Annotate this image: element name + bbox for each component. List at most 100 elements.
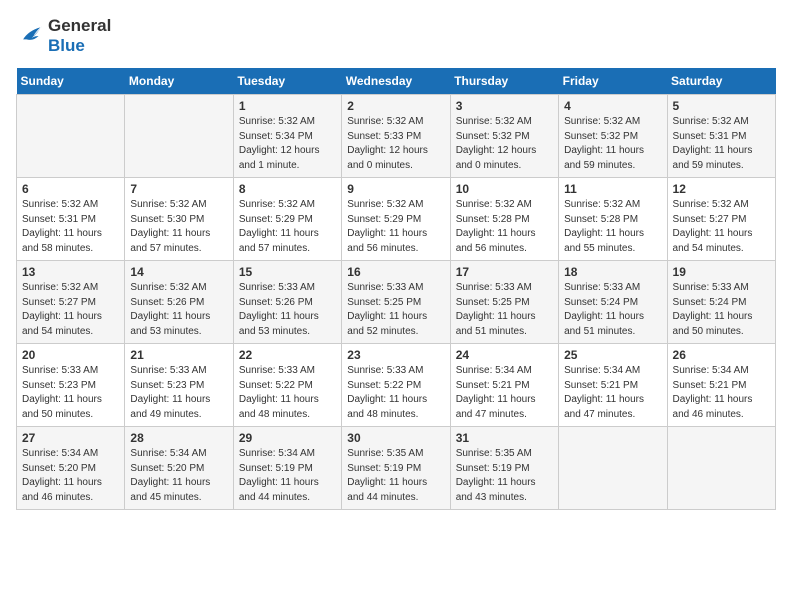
header: General Blue [16, 16, 776, 56]
day-number: 14 [130, 265, 227, 279]
col-friday: Friday [559, 68, 667, 95]
day-number: 10 [456, 182, 553, 196]
day-info: Sunrise: 5:32 AMSunset: 5:27 PMDaylight:… [22, 281, 119, 339]
day-number: 18 [564, 265, 661, 279]
calendar-cell: 1 Sunrise: 5:32 AMSunset: 5:34 PMDaylight… [233, 95, 341, 178]
day-number: 4 [564, 99, 661, 113]
day-info: Sunrise: 5:33 AMSunset: 5:25 PMDaylight:… [347, 281, 444, 339]
calendar-cell: 10 Sunrise: 5:32 AMSunset: 5:28 PMDayligh… [450, 178, 558, 261]
day-info: Sunrise: 5:33 AMSunset: 5:25 PMDaylight:… [456, 281, 553, 339]
day-number: 21 [130, 348, 227, 362]
calendar-cell: 11Sunrise: 5:32 AMSunset: 5:28 PMDayligh… [559, 178, 667, 261]
day-info: Sunrise: 5:34 AMSunset: 5:20 PMDaylight:… [130, 447, 227, 505]
calendar-cell: 17 Sunrise: 5:33 AMSunset: 5:25 PMDayligh… [450, 261, 558, 344]
calendar-cell: 21 Sunrise: 5:33 AMSunset: 5:23 PMDayligh… [125, 344, 233, 427]
day-number: 1 [239, 99, 336, 113]
calendar-cell [125, 95, 233, 178]
day-info: Sunrise: 5:33 AMSunset: 5:23 PMDaylight:… [22, 364, 119, 422]
calendar-cell: 12 Sunrise: 5:32 AMSunset: 5:27 PMDayligh… [667, 178, 775, 261]
calendar-cell: 13Sunrise: 5:32 AMSunset: 5:27 PMDayligh… [17, 261, 125, 344]
day-number: 31 [456, 431, 553, 445]
day-number: 24 [456, 348, 553, 362]
day-number: 23 [347, 348, 444, 362]
calendar-cell: 18 Sunrise: 5:33 AMSunset: 5:24 PMDayligh… [559, 261, 667, 344]
day-number: 7 [130, 182, 227, 196]
day-info: Sunrise: 5:32 AMSunset: 5:31 PMDaylight:… [673, 115, 770, 173]
day-info: Sunrise: 5:34 AMSunset: 5:20 PMDaylight:… [22, 447, 119, 505]
calendar-cell [17, 95, 125, 178]
col-thursday: Thursday [450, 68, 558, 95]
day-number: 8 [239, 182, 336, 196]
col-wednesday: Wednesday [342, 68, 450, 95]
col-monday: Monday [125, 68, 233, 95]
calendar-cell: 24 Sunrise: 5:34 AMSunset: 5:21 PMDayligh… [450, 344, 558, 427]
calendar-cell: 7 Sunrise: 5:32 AMSunset: 5:30 PMDaylight… [125, 178, 233, 261]
calendar-cell: 16 Sunrise: 5:33 AMSunset: 5:25 PMDayligh… [342, 261, 450, 344]
calendar-cell: 25 Sunrise: 5:34 AMSunset: 5:21 PMDayligh… [559, 344, 667, 427]
day-number: 26 [673, 348, 770, 362]
day-number: 12 [673, 182, 770, 196]
day-number: 15 [239, 265, 336, 279]
logo-text: General Blue [48, 16, 111, 56]
day-info: Sunrise: 5:32 AMSunset: 5:34 PMDaylight:… [239, 115, 336, 173]
calendar-cell: 9 Sunrise: 5:32 AMSunset: 5:29 PMDaylight… [342, 178, 450, 261]
logo: General Blue [16, 16, 111, 56]
day-info: Sunrise: 5:34 AMSunset: 5:21 PMDaylight:… [673, 364, 770, 422]
calendar-body: 1 Sunrise: 5:32 AMSunset: 5:34 PMDaylight… [17, 95, 776, 510]
day-info: Sunrise: 5:33 AMSunset: 5:26 PMDaylight:… [239, 281, 336, 339]
calendar-cell: 29 Sunrise: 5:34 AMSunset: 5:19 PMDayligh… [233, 427, 341, 510]
day-number: 27 [22, 431, 119, 445]
col-tuesday: Tuesday [233, 68, 341, 95]
calendar-cell: 14 Sunrise: 5:32 AMSunset: 5:26 PMDayligh… [125, 261, 233, 344]
day-info: Sunrise: 5:32 AMSunset: 5:28 PMDaylight:… [456, 198, 553, 256]
calendar-cell: 30 Sunrise: 5:35 AMSunset: 5:19 PMDayligh… [342, 427, 450, 510]
calendar-cell: 6 Sunrise: 5:32 AMSunset: 5:31 PMDaylight… [17, 178, 125, 261]
day-info: Sunrise: 5:34 AMSunset: 5:21 PMDaylight:… [564, 364, 661, 422]
calendar-cell: 28Sunrise: 5:34 AMSunset: 5:20 PMDayligh… [125, 427, 233, 510]
day-number: 29 [239, 431, 336, 445]
day-number: 6 [22, 182, 119, 196]
day-info: Sunrise: 5:32 AMSunset: 5:30 PMDaylight:… [130, 198, 227, 256]
header-row: Sunday Monday Tuesday Wednesday Thursday… [17, 68, 776, 95]
day-info: Sunrise: 5:35 AMSunset: 5:19 PMDaylight:… [347, 447, 444, 505]
day-info: Sunrise: 5:34 AMSunset: 5:21 PMDaylight:… [456, 364, 553, 422]
calendar-cell: 5 Sunrise: 5:32 AMSunset: 5:31 PMDaylight… [667, 95, 775, 178]
col-saturday: Saturday [667, 68, 775, 95]
day-info: Sunrise: 5:32 AMSunset: 5:28 PMDaylight:… [564, 198, 661, 256]
calendar-cell: 8 Sunrise: 5:32 AMSunset: 5:29 PMDaylight… [233, 178, 341, 261]
day-info: Sunrise: 5:33 AMSunset: 5:22 PMDaylight:… [239, 364, 336, 422]
calendar-cell: 15 Sunrise: 5:33 AMSunset: 5:26 PMDayligh… [233, 261, 341, 344]
day-number: 19 [673, 265, 770, 279]
calendar-cell: 26 Sunrise: 5:34 AMSunset: 5:21 PMDayligh… [667, 344, 775, 427]
calendar-cell: 19 Sunrise: 5:33 AMSunset: 5:24 PMDayligh… [667, 261, 775, 344]
day-info: Sunrise: 5:32 AMSunset: 5:26 PMDaylight:… [130, 281, 227, 339]
col-sunday: Sunday [17, 68, 125, 95]
day-number: 17 [456, 265, 553, 279]
calendar-cell: 27 Sunrise: 5:34 AMSunset: 5:20 PMDayligh… [17, 427, 125, 510]
day-number: 25 [564, 348, 661, 362]
calendar-table: Sunday Monday Tuesday Wednesday Thursday… [16, 68, 776, 510]
day-number: 22 [239, 348, 336, 362]
calendar-cell: 4Sunrise: 5:32 AMSunset: 5:32 PMDaylight… [559, 95, 667, 178]
day-number: 3 [456, 99, 553, 113]
day-info: Sunrise: 5:34 AMSunset: 5:19 PMDaylight:… [239, 447, 336, 505]
day-number: 20 [22, 348, 119, 362]
day-number: 30 [347, 431, 444, 445]
day-number: 5 [673, 99, 770, 113]
day-number: 2 [347, 99, 444, 113]
calendar-cell [559, 427, 667, 510]
day-info: Sunrise: 5:33 AMSunset: 5:24 PMDaylight:… [673, 281, 770, 339]
day-info: Sunrise: 5:35 AMSunset: 5:19 PMDaylight:… [456, 447, 553, 505]
day-number: 16 [347, 265, 444, 279]
day-info: Sunrise: 5:33 AMSunset: 5:23 PMDaylight:… [130, 364, 227, 422]
day-number: 9 [347, 182, 444, 196]
day-info: Sunrise: 5:32 AMSunset: 5:29 PMDaylight:… [347, 198, 444, 256]
day-info: Sunrise: 5:33 AMSunset: 5:24 PMDaylight:… [564, 281, 661, 339]
day-info: Sunrise: 5:32 AMSunset: 5:27 PMDaylight:… [673, 198, 770, 256]
day-info: Sunrise: 5:32 AMSunset: 5:33 PMDaylight:… [347, 115, 444, 173]
day-info: Sunrise: 5:32 AMSunset: 5:32 PMDaylight:… [456, 115, 553, 173]
calendar-cell: 31 Sunrise: 5:35 AMSunset: 5:19 PMDayligh… [450, 427, 558, 510]
day-info: Sunrise: 5:32 AMSunset: 5:31 PMDaylight:… [22, 198, 119, 256]
calendar-cell: 22 Sunrise: 5:33 AMSunset: 5:22 PMDayligh… [233, 344, 341, 427]
day-info: Sunrise: 5:32 AMSunset: 5:29 PMDaylight:… [239, 198, 336, 256]
